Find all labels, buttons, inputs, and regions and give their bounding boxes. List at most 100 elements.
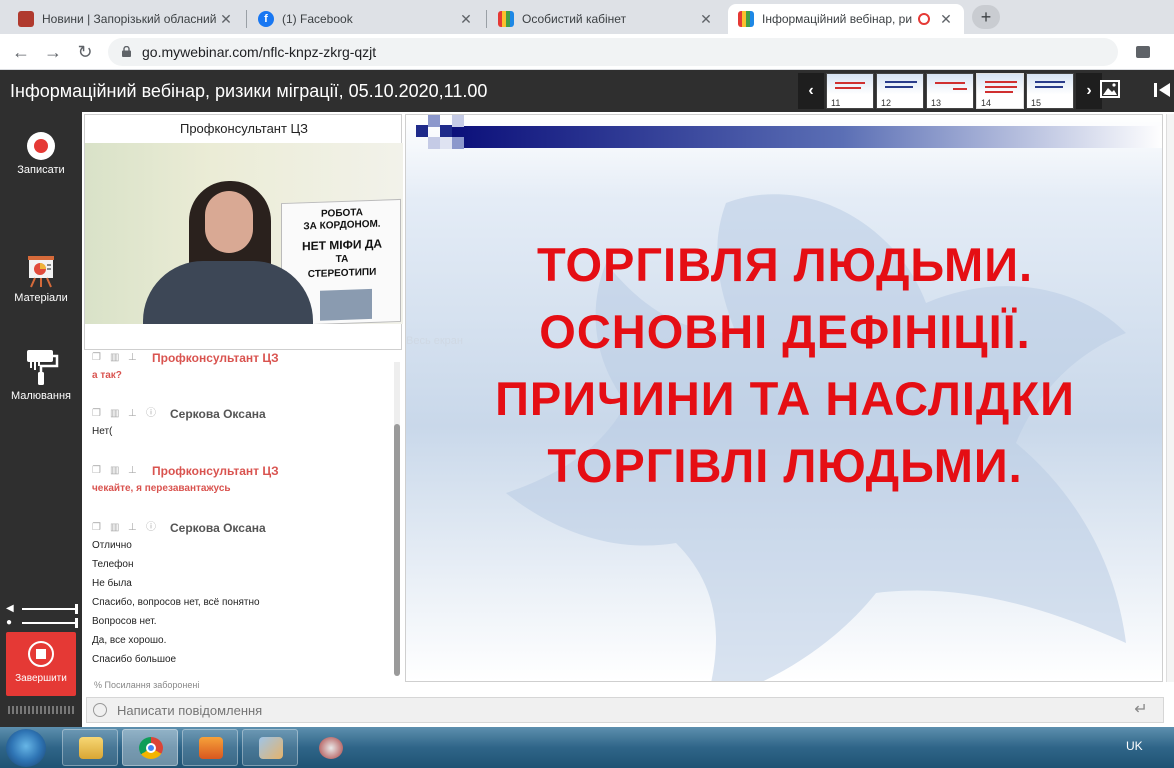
- chat-scrollbar-thumb[interactable]: [394, 424, 400, 676]
- next-slide-button[interactable]: ›: [1076, 73, 1102, 109]
- webinar-header: Інформаційний вебінар, ризики міграції, …: [0, 70, 1174, 112]
- message-author: Профконсультант ЦЗ: [152, 464, 279, 478]
- language-indicator[interactable]: UK: [1126, 739, 1143, 753]
- slide-thumbnail-active[interactable]: 14: [976, 73, 1024, 109]
- mywebinar-icon: [738, 11, 754, 27]
- presenter-face: [205, 191, 253, 253]
- slide-thumbnail[interactable]: 13: [926, 73, 974, 109]
- message-text: Вопросов нет.: [92, 616, 157, 627]
- paint-icon[interactable]: [242, 729, 298, 766]
- finish-label: Завершити: [15, 673, 67, 684]
- presentation-slide: ТОРГІВЛЯ ЛЮДЬМИ. ОСНОВНІ ДЕФІНІЦІЇ. ПРИЧ…: [405, 114, 1163, 682]
- slide-line: ТОРГІВЛІ ЛЮДЬМИ.: [547, 439, 1023, 492]
- browser-tab-webinar[interactable]: Інформаційний вебінар, ри ✕: [728, 4, 964, 34]
- video-presenter-name: Профконсультант ЦЗ: [179, 121, 309, 136]
- message-text: Спасибо, вопросов нет, всё понятно: [92, 597, 260, 608]
- snipping-tool-icon[interactable]: [302, 729, 358, 766]
- message-author: Профконсультант ЦЗ: [152, 352, 279, 365]
- browser-tab-cabinet[interactable]: Особистий кабінет ✕: [488, 4, 724, 34]
- copy-icon[interactable]: ❐: [92, 466, 102, 476]
- links-forbidden-note: % Посилання заборонені: [94, 680, 200, 690]
- windows-taskbar: UK: [0, 727, 1174, 768]
- media-player-icon[interactable]: [182, 729, 238, 766]
- send-icon[interactable]: ↵: [1129, 702, 1153, 718]
- delete-icon[interactable]: ▥: [110, 466, 120, 476]
- slide-line: ПРИЧИНИ ТА НАСЛІДКИ: [495, 372, 1075, 425]
- message-author: Серкова Оксана: [170, 407, 266, 421]
- image-icon[interactable]: [1100, 80, 1120, 98]
- tab-separator: [246, 10, 247, 28]
- message-text: Да, все хорошо.: [92, 635, 167, 646]
- info-icon[interactable]: ⓘ: [146, 523, 156, 533]
- chrome-icon[interactable]: [122, 729, 178, 766]
- facebook-icon: f: [258, 11, 274, 27]
- webinar-sidebar: Записати Матеріали Малювання ◀ ● Заверши…: [0, 112, 82, 727]
- delete-icon[interactable]: ▥: [110, 353, 120, 363]
- windows-start-button[interactable]: [6, 729, 46, 767]
- message-author: Серкова Оксана: [170, 521, 266, 535]
- reload-icon[interactable]: ↻: [74, 41, 96, 63]
- slide-thumbnail[interactable]: 15: [1026, 73, 1074, 109]
- video-panel[interactable]: Профконсультант ЦЗ РОБОТА ЗА КОРДОНОМ. Н…: [84, 114, 403, 350]
- tab-title: Особистий кабінет: [522, 12, 627, 26]
- chat-message: ❐ ▥ ⊥ Профконсультант ЦЗ чекайте, я пере…: [92, 463, 392, 498]
- explorer-icon[interactable]: [62, 729, 118, 766]
- slide-header-bar: [450, 126, 1162, 148]
- slide-line: ОСНОВНІ ДЕФІНІЦІЇ.: [539, 305, 1031, 358]
- delete-icon[interactable]: ▥: [110, 523, 120, 533]
- slide-thumbnail[interactable]: 11: [826, 73, 874, 109]
- slide-title: ТОРГІВЛЯ ЛЮДЬМИ. ОСНОВНІ ДЕФІНІЦІЇ. ПРИЧ…: [406, 231, 1162, 499]
- copy-icon[interactable]: ❐: [92, 523, 102, 533]
- microphone-volume-slider[interactable]: ●: [6, 616, 78, 630]
- recording-indicator-icon: [918, 13, 930, 25]
- chat-message: ❐ ▥ ⊥ ⓘ Серкова Оксана Отлично Телефон Н…: [92, 520, 392, 669]
- record-icon: [27, 132, 55, 160]
- resize-grip[interactable]: [8, 706, 74, 714]
- browser-toolbar: ← → ↻ go.mywebinar.com/nflc-knpz-zkrg-qz…: [0, 34, 1174, 70]
- close-icon[interactable]: ✕: [938, 11, 954, 28]
- close-icon[interactable]: ✕: [698, 11, 714, 28]
- delete-icon[interactable]: ▥: [110, 409, 120, 419]
- forward-icon[interactable]: →: [42, 41, 64, 63]
- prev-slide-button[interactable]: ‹: [798, 73, 824, 109]
- pin-icon[interactable]: ⊥: [128, 409, 138, 419]
- back-icon[interactable]: ←: [10, 41, 32, 63]
- webinar-main: Профконсультант ЦЗ РОБОТА ЗА КОРДОНОМ. Н…: [82, 112, 1174, 727]
- slide-thumbnail[interactable]: 12: [876, 73, 924, 109]
- close-icon[interactable]: ✕: [458, 11, 474, 28]
- mywebinar-icon: [498, 11, 514, 27]
- camera-icon[interactable]: [1136, 46, 1150, 58]
- lock-icon: [122, 46, 131, 57]
- new-tab-button[interactable]: +: [972, 5, 1000, 29]
- emoji-icon[interactable]: [93, 703, 107, 717]
- browser-tab-facebook[interactable]: f (1) Facebook ✕: [248, 4, 484, 34]
- materials-button[interactable]: Матеріали: [0, 254, 82, 304]
- right-panel-edge[interactable]: [1166, 114, 1174, 682]
- skip-to-start-icon[interactable]: [1150, 78, 1174, 102]
- pin-icon[interactable]: ⊥: [128, 466, 138, 476]
- finish-button[interactable]: Завершити: [6, 632, 76, 696]
- speaker-volume-slider[interactable]: ◀: [6, 602, 78, 616]
- slide-line: ТОРГІВЛЯ ЛЮДЬМИ.: [536, 238, 1034, 291]
- presentation-board-icon: [28, 256, 54, 288]
- record-label: Записати: [17, 164, 65, 176]
- message-input[interactable]: [117, 702, 1129, 718]
- pin-icon[interactable]: ⊥: [128, 353, 138, 363]
- fullscreen-hint[interactable]: Весь екран: [406, 335, 463, 347]
- pin-icon[interactable]: ⊥: [128, 523, 138, 533]
- stop-icon: [28, 641, 54, 667]
- chat-message: ❐ ▥ ⊥ ⓘ Серкова Оксана Нет(: [92, 406, 392, 441]
- message-text: а так?: [92, 370, 122, 381]
- chat-panel: ❐ ▥ ⊥ Профконсультант ЦЗ а так? ❐ ▥ ⊥ ⓘ …: [82, 352, 402, 697]
- message-text: Отлично: [92, 540, 132, 551]
- address-bar[interactable]: go.mywebinar.com/nflc-knpz-zkrg-qzjt: [108, 38, 1118, 66]
- browser-tab-news[interactable]: Новини | Запорізький обласний ✕: [8, 4, 244, 34]
- copy-icon[interactable]: ❐: [92, 353, 102, 363]
- close-icon[interactable]: ✕: [218, 11, 234, 28]
- info-icon[interactable]: ⓘ: [146, 409, 156, 419]
- drawing-button[interactable]: Малювання: [0, 348, 82, 402]
- record-button[interactable]: Записати: [0, 132, 82, 176]
- message-text: Не была: [92, 578, 132, 589]
- copy-icon[interactable]: ❐: [92, 409, 102, 419]
- poster-photo: [320, 288, 372, 321]
